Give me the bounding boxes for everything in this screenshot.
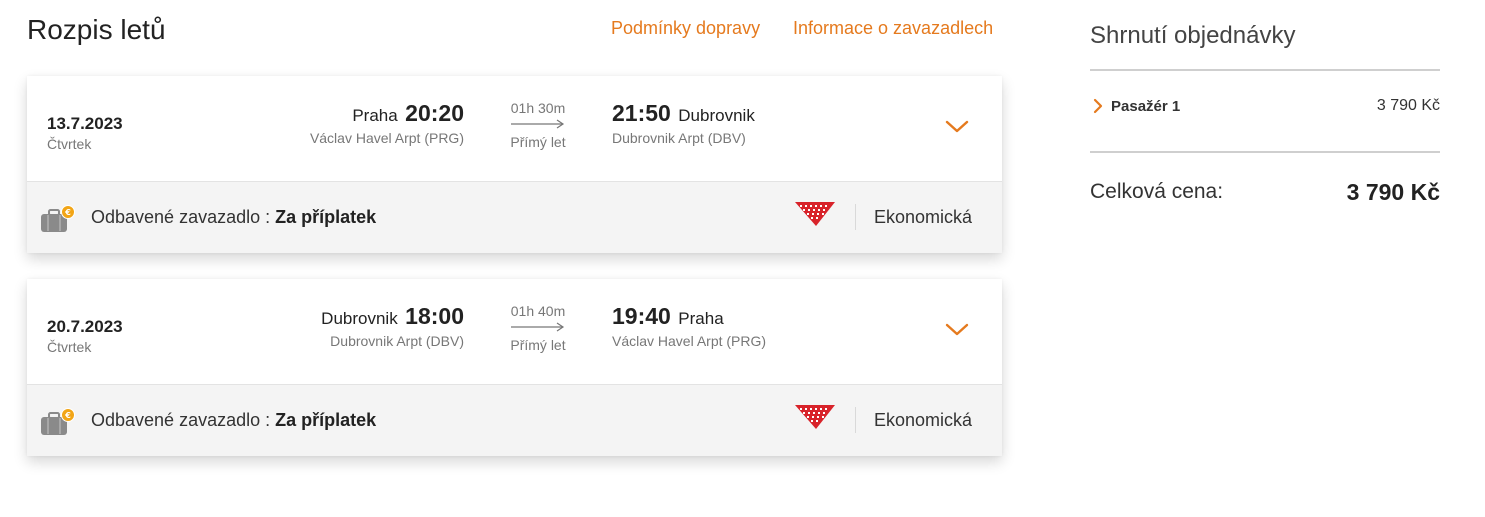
arrival-block: 19:40 Praha Václav Havel Arpt (PRG) (612, 303, 766, 349)
arrival-airport: Dubrovnik Arpt (DBV) (612, 130, 746, 146)
passenger-price: 3 790 Kč (1376, 97, 1440, 114)
flight-card-footer: € Odbavené zavazadlo : Za příplatek Ekon… (27, 384, 1002, 456)
flight-duration: 01h 40m (510, 303, 566, 319)
departure-time: 20:20 (405, 100, 464, 126)
arrival-time: 19:40 (612, 303, 671, 329)
order-summary: Shrnutí objednávky Pasažér 1 3 790 Kč Ce… (1090, 0, 1440, 517)
chevron-down-icon[interactable] (944, 322, 970, 338)
departure-city: Praha (352, 106, 398, 125)
flight-duration-block: 01h 30m Přímý let (499, 100, 577, 150)
svg-text:€: € (64, 411, 71, 420)
svg-text:€: € (64, 208, 71, 217)
flight-weekday: Čtvrtek (47, 136, 92, 152)
footer-divider (855, 204, 856, 230)
baggage-label: Odbavené zavazadlo : (91, 207, 271, 227)
summary-title: Shrnutí objednávky (1090, 22, 1296, 49)
departure-city: Dubrovnik (321, 309, 398, 328)
flight-date: 13.7.2023 (47, 114, 123, 133)
cabin-class: Ekonomická (874, 207, 973, 227)
flight-stops: Přímý let (510, 134, 566, 150)
arrow-right-icon (511, 119, 565, 129)
baggage-info-link[interactable]: Informace o zavazadlech (793, 18, 993, 39)
arrival-block: 21:50 Dubrovnik Dubrovnik Arpt (DBV) (612, 100, 755, 146)
airline-logo-icon (795, 202, 835, 226)
arrival-city: Dubrovnik (678, 106, 755, 125)
flight-weekday: Čtvrtek (47, 339, 92, 355)
flight-card-header[interactable]: 13.7.2023 Čtvrtek Praha 20:20 Václav Hav… (27, 76, 1002, 181)
airline-logo-icon (795, 405, 835, 429)
flight-stops: Přímý let (510, 337, 566, 353)
suitcase-euro-icon: € (41, 205, 75, 232)
chevron-right-icon[interactable] (1092, 98, 1104, 114)
cabin-class: Ekonomická (874, 410, 973, 430)
arrival-city: Praha (678, 309, 724, 328)
passenger-toggle[interactable]: Pasažér 1 (1111, 98, 1180, 115)
flight-card-header[interactable]: 20.7.2023 Čtvrtek Dubrovnik 18:00 Dubrov… (27, 279, 1002, 384)
flight-date: 20.7.2023 (47, 317, 123, 336)
suitcase-euro-icon: € (41, 408, 75, 435)
flight-card-outbound: 13.7.2023 Čtvrtek Praha 20:20 Václav Hav… (27, 76, 1002, 253)
arrow-right-icon (511, 322, 565, 332)
transport-conditions-link[interactable]: Podmínky dopravy (611, 18, 760, 39)
baggage-info: Odbavené zavazadlo : Za příplatek (91, 207, 376, 228)
departure-time: 18:00 (405, 303, 464, 329)
baggage-info: Odbavené zavazadlo : Za příplatek (91, 410, 376, 431)
baggage-value: Za příplatek (275, 207, 377, 227)
chevron-down-icon[interactable] (944, 119, 970, 135)
flight-duration-block: 01h 40m Přímý let (499, 303, 577, 353)
flight-duration: 01h 30m (510, 100, 566, 116)
flight-card-footer: € Odbavené zavazadlo : Za příplatek Ekon… (27, 181, 1002, 253)
flight-details-section: Rozpis letů Podmínky dopravy Informace o… (27, 0, 1002, 517)
total-price: 3 790 Kč (1346, 179, 1440, 205)
baggage-value: Za příplatek (275, 410, 377, 430)
departure-block: Praha 20:20 Václav Havel Arpt (PRG) (310, 100, 464, 146)
summary-divider (1090, 69, 1440, 71)
baggage-label: Odbavené zavazadlo : (91, 410, 271, 430)
summary-divider (1090, 151, 1440, 153)
departure-block: Dubrovnik 18:00 Dubrovnik Arpt (DBV) (321, 303, 464, 349)
footer-divider (855, 407, 856, 433)
flight-card-return: 20.7.2023 Čtvrtek Dubrovnik 18:00 Dubrov… (27, 279, 1002, 456)
total-label: Celková cena: (1090, 180, 1224, 203)
arrival-airport: Václav Havel Arpt (PRG) (612, 333, 767, 349)
page-title: Rozpis letů (27, 14, 166, 45)
departure-airport: Dubrovnik Arpt (DBV) (330, 333, 464, 349)
departure-airport: Václav Havel Arpt (PRG) (309, 130, 464, 146)
arrival-time: 21:50 (612, 100, 671, 126)
